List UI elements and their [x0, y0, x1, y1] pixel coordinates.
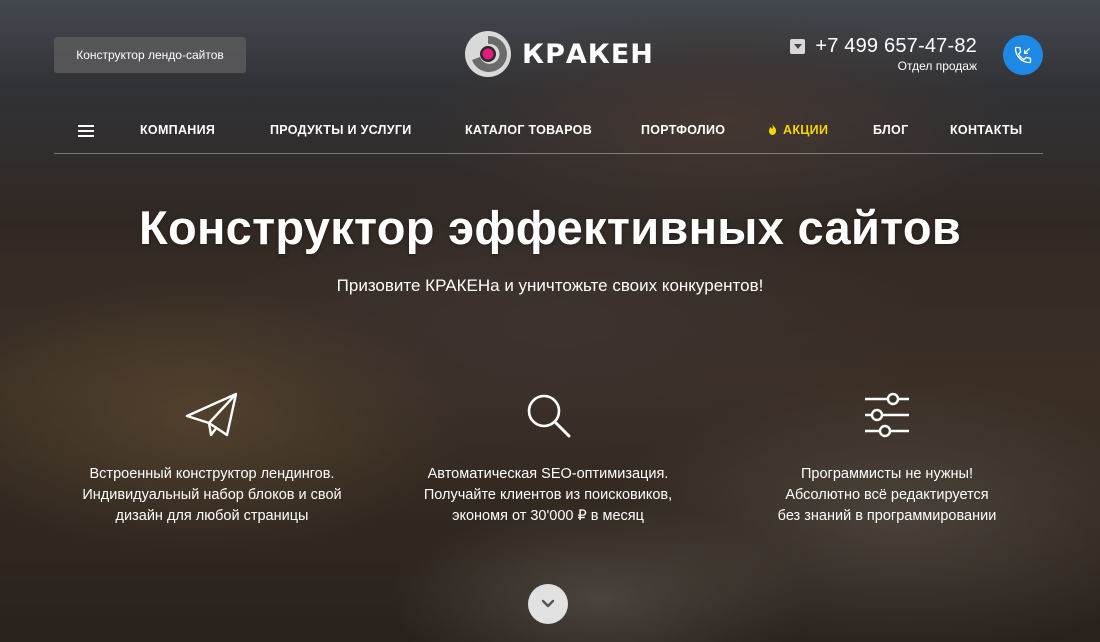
feature-seo: Автоматическая SEO-оптимизация. Получайт… [388, 390, 708, 527]
nav-item-promotions-label: АКЦИИ [783, 123, 829, 137]
caret-down-icon [793, 44, 802, 49]
chevron-down-icon [541, 599, 555, 608]
scroll-down-button[interactable] [528, 584, 568, 624]
feature-line: Индивидуальный набор блоков и свой [82, 487, 342, 503]
main-nav: КОМПАНИЯ ПРОДУКТЫ И УСЛУГИ КАТАЛОГ ТОВАР… [54, 110, 1043, 154]
feature-line: Получайте клиентов из поисковиков, [423, 487, 673, 503]
nav-item-contacts[interactable]: КОНТАКТЫ [950, 123, 1022, 137]
nav-item-promotions[interactable]: АКЦИИ [768, 123, 828, 137]
callback-button[interactable] [1003, 35, 1043, 75]
phone-block: +7 499 657-47-82 Отдел продаж [790, 35, 977, 73]
nav-item-products[interactable]: ПРОДУКТЫ И УСЛУГИ [270, 123, 412, 137]
feature-line: Автоматическая SEO-оптимизация. [427, 466, 669, 482]
feature-line: Программисты не нужны! [800, 466, 974, 482]
paper-plane-icon [185, 392, 238, 437]
nav-item-catalog[interactable]: КАТАЛОГ ТОВАРОВ [465, 123, 592, 137]
feature-line: без знаний в программировании [777, 508, 997, 524]
kraken-logo-icon [465, 31, 511, 77]
hamburger-icon[interactable] [78, 125, 94, 137]
nav-item-portfolio[interactable]: ПОРТФОЛИО [641, 123, 725, 137]
phone-call-icon [1014, 46, 1032, 64]
nav-item-blog[interactable]: БЛОГ [873, 123, 908, 137]
logo-text: КРАКЕН [522, 38, 654, 70]
phone-number[interactable]: +7 499 657-47-82 [815, 35, 977, 58]
builder-button[interactable]: Конструктор лендо-сайтов [54, 37, 246, 73]
fire-icon [768, 124, 777, 135]
feature-line: экономя от 30'000 ₽ в месяц [452, 508, 644, 524]
feature-no-code: Программисты не нужны! Абсолютно всё ред… [727, 390, 1047, 527]
feature-line: Встроенный конструктор лендингов. [89, 466, 335, 482]
feature-line: Абсолютно всё редактируется [785, 487, 989, 503]
phone-caption: Отдел продаж [897, 59, 977, 73]
phone-dropdown-toggle[interactable] [790, 39, 806, 54]
hero-title: Конструктор эффективных сайтов [138, 201, 962, 254]
feature-landing-builder: Встроенный конструктор лендингов. Индиви… [52, 390, 372, 527]
feature-line: дизайн для любой страницы [115, 508, 309, 524]
nav-item-company[interactable]: КОМПАНИЯ [140, 123, 215, 137]
logo[interactable]: КРАКЕН [464, 30, 654, 78]
hero-subtitle: Призовите КРАКЕНа и уничтожьте своих кон… [336, 276, 764, 295]
sliders-icon [865, 392, 909, 438]
search-icon [527, 394, 571, 438]
